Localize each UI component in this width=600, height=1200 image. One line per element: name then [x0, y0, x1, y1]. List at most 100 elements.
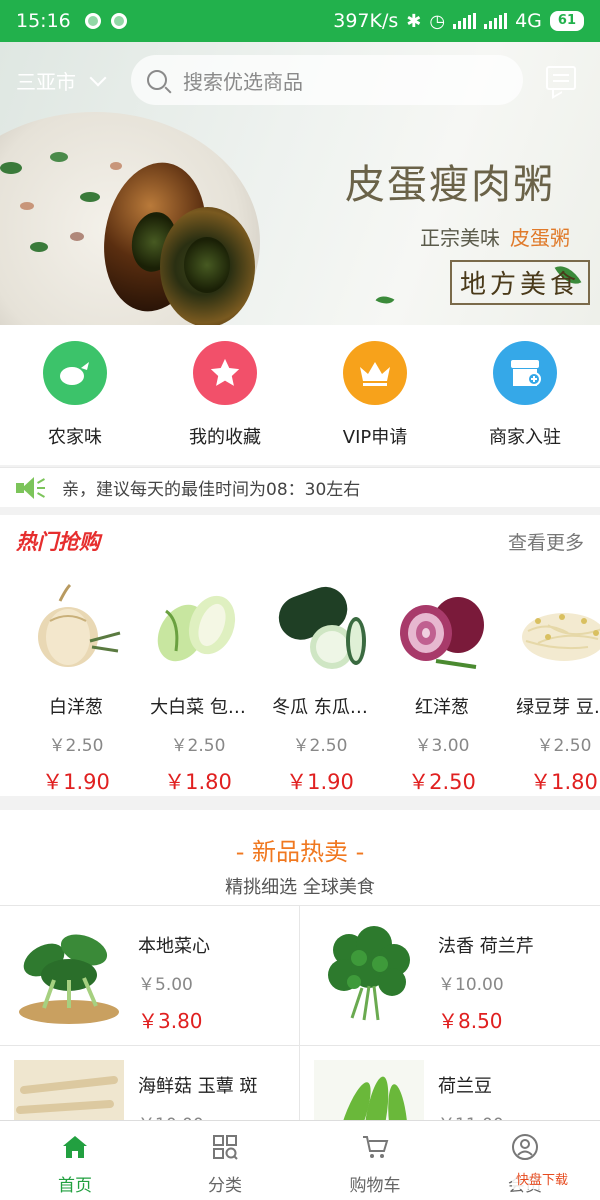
century-egg-image — [160, 207, 255, 325]
product-price: ￥8.50 — [438, 1009, 503, 1033]
quick-nav-vip[interactable]: VIP申请 — [300, 325, 450, 465]
new-products-header: - 新品热卖 - 精挑细选 全球美食 — [0, 810, 600, 906]
hot-deals-list: 白洋葱 ￥2.50 ￥1.90 大白菜 包… ￥2.50 ￥1.80 冬瓜 东瓜… — [0, 567, 600, 796]
cart-icon — [363, 1136, 389, 1158]
city-selector[interactable]: 三亚市 — [16, 66, 107, 95]
product-price: ￥2.50 — [408, 770, 476, 794]
notification-dot-icon — [110, 13, 127, 29]
leaf-decoration — [375, 291, 395, 309]
red-onion-image — [396, 581, 488, 673]
product-info: 法香 荷兰芹 ￥10.00 ￥8.50 — [438, 920, 534, 1045]
banner-tag: 地方美食 — [450, 260, 591, 305]
product-card[interactable]: 红洋葱 ￥3.00 ￥2.50 — [381, 567, 503, 796]
city-label: 三亚市 — [16, 70, 76, 94]
banner-subtitle-text: 正宗美味 — [420, 226, 500, 250]
user-icon — [512, 1134, 538, 1160]
quick-nav-label: 我的收藏 — [189, 427, 261, 448]
app-root: { "status_bar": { "time": "15:16", "net_… — [0, 0, 600, 1200]
quick-nav-farm[interactable]: 农家味 — [0, 325, 150, 465]
product-card[interactable]: 大白菜 包… ￥2.50 ￥1.80 — [137, 567, 259, 796]
product-card[interactable]: 冬瓜 东瓜… ￥2.50 ￥1.90 — [259, 567, 381, 796]
product-card[interactable]: 法香 荷兰芹 ￥10.00 ￥8.50 — [300, 906, 600, 1046]
product-card[interactable]: 本地菜心 ￥5.00 ￥3.80 — [0, 906, 300, 1046]
product-price: ￥1.90 — [42, 770, 110, 794]
product-name: 红洋葱 — [415, 697, 469, 718]
quick-nav-merchant[interactable]: 商家入驻 — [450, 325, 600, 465]
tab-category[interactable]: 分类 — [150, 1121, 300, 1200]
search-bar[interactable]: 搜索优选商品 — [131, 55, 523, 105]
banner-title: 皮蛋瘦肉粥 — [345, 162, 555, 208]
product-old-price: ￥10.00 — [438, 975, 504, 995]
notice-text: 亲，建议每天的最佳时间为08：30左右 — [62, 480, 361, 500]
winter-melon-image — [274, 581, 366, 673]
product-old-price: ￥2.50 — [536, 736, 592, 756]
product-old-price: ￥2.50 — [170, 736, 226, 756]
product-card[interactable]: 白洋葱 ￥2.50 ￥1.90 — [15, 567, 137, 796]
battery-icon: 61 — [549, 11, 584, 31]
bluetooth-icon: ✱ — [406, 10, 422, 32]
alarm-icon: ◷ — [429, 10, 446, 32]
chevron-down-icon — [89, 69, 107, 86]
watermark: 快盘下载 — [512, 1168, 573, 1189]
speaker-icon — [16, 476, 45, 499]
notice-bar[interactable]: 亲，建议每天的最佳时间为08：30左右 — [0, 467, 600, 507]
notification-dot-icon — [84, 13, 101, 29]
tab-label: 分类 — [208, 1176, 242, 1196]
network-type: 4G — [515, 10, 542, 32]
bottom-tab-bar: 首页 分类 购物车 会员 — [0, 1120, 600, 1200]
product-name: 冬瓜 东瓜… — [272, 697, 368, 718]
new-products-section: - 新品热卖 - 精挑细选 全球美食 本地菜心 ￥5.00 ￥3.80 法香 荷… — [0, 810, 600, 1186]
product-name: 海鲜菇 玉蕈 斑 — [138, 1076, 258, 1097]
status-right: 397K/s ✱ ◷ 4G 61 — [333, 10, 584, 32]
product-name: 本地菜心 — [138, 936, 210, 957]
product-name: 荷兰豆 — [438, 1076, 492, 1097]
product-old-price: ￥2.50 — [292, 736, 348, 756]
status-bar: 15:16 397K/s ✱ ◷ 4G 61 — [0, 0, 600, 42]
product-old-price: ￥5.00 — [138, 975, 193, 995]
choy-sum-image — [14, 920, 124, 1030]
search-placeholder: 搜索优选商品 — [183, 69, 303, 94]
parsley-image — [314, 920, 424, 1030]
tab-label: 首页 — [58, 1176, 92, 1196]
home-icon — [63, 1136, 87, 1158]
quick-nav: 农家味 我的收藏 VIP申请 商家入驻 — [0, 325, 600, 465]
signal-icon — [453, 13, 477, 29]
product-price: ￥1.80 — [164, 770, 232, 794]
star-icon — [193, 341, 257, 405]
quick-nav-favorites[interactable]: 我的收藏 — [150, 325, 300, 465]
message-icon[interactable] — [546, 66, 576, 90]
product-name: 白洋葱 — [49, 697, 103, 718]
white-onion-image — [30, 581, 122, 673]
tab-label: 购物车 — [349, 1176, 401, 1196]
product-name: 法香 荷兰芹 — [438, 936, 534, 957]
product-name: 绿豆芽 豆… — [516, 697, 600, 718]
product-price: ￥1.90 — [286, 770, 354, 794]
quick-nav-label: 农家味 — [48, 427, 102, 448]
hot-deals-section: 热门抢购 查看更多 白洋葱 ￥2.50 ￥1.90 大白菜 包… ￥2.50 ￥… — [0, 515, 600, 796]
product-info: 本地菜心 ￥5.00 ￥3.80 — [138, 920, 210, 1045]
product-card[interactable]: 绿豆芽 豆… ￥2.50 ￥1.80 — [503, 567, 600, 796]
bean-sprout-image — [518, 581, 600, 673]
crown-icon — [343, 341, 407, 405]
shop-icon — [493, 341, 557, 405]
view-more-link[interactable]: 查看更多 — [508, 528, 584, 555]
new-products-subtitle: 精挑细选 全球美食 — [225, 877, 375, 898]
product-name: 大白菜 包… — [150, 697, 246, 718]
product-price: ￥1.80 — [530, 770, 598, 794]
napa-cabbage-image — [152, 581, 244, 673]
tab-home[interactable]: 首页 — [0, 1121, 150, 1200]
product-price: ￥3.80 — [138, 1009, 203, 1033]
tab-cart[interactable]: 购物车 — [300, 1121, 450, 1200]
product-old-price: ￥3.00 — [414, 736, 470, 756]
status-time: 15:16 — [16, 10, 71, 32]
product-old-price: ￥2.50 — [48, 736, 104, 756]
quick-nav-label: 商家入驻 — [489, 427, 561, 448]
category-icon — [213, 1135, 238, 1160]
new-products-title: - 新品热卖 - — [235, 838, 365, 866]
hot-deals-header: 热门抢购 查看更多 — [0, 515, 600, 567]
banner-subtitle-highlight: 皮蛋粥 — [510, 226, 570, 250]
signal-icon — [484, 13, 508, 29]
hot-deals-title: 热门抢购 — [16, 530, 100, 554]
search-icon — [147, 70, 167, 90]
eggplant-icon — [43, 341, 107, 405]
